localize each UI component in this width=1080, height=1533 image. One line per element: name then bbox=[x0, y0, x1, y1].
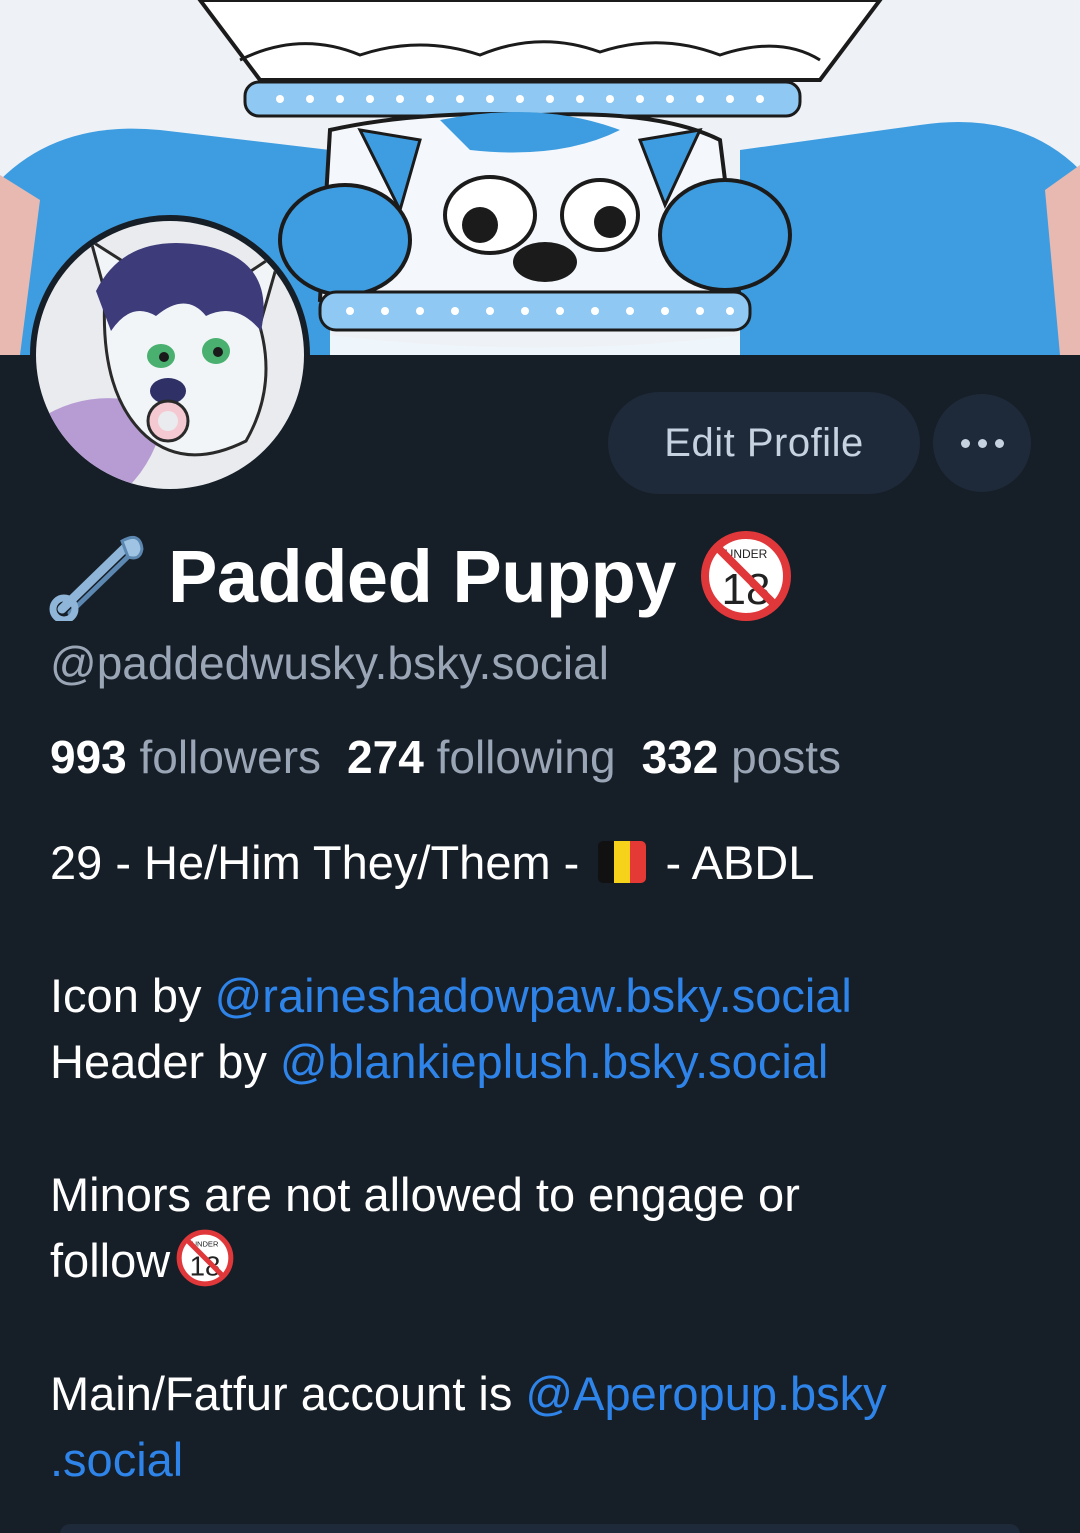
bio-icon-credit: Icon by @raineshadowpaw.bsky.social bbox=[50, 969, 852, 1022]
following-link[interactable]: 274 following bbox=[347, 731, 616, 783]
no-under-18-icon: UNDER 18 bbox=[176, 1229, 234, 1287]
followers-label: followers bbox=[139, 731, 322, 783]
header-artist-link[interactable]: @blankieplush.bsky.social bbox=[280, 1035, 828, 1088]
main-account-link-continued[interactable]: .social bbox=[50, 1433, 183, 1486]
followers-link[interactable]: 993 followers bbox=[50, 731, 321, 783]
bio-line-pronouns: 29 - He/Him They/Them - - ABDL bbox=[50, 836, 815, 889]
no-under-18-icon: UNDER 18 bbox=[700, 531, 791, 621]
bio-minors-line-2: follow UNDER 18 bbox=[50, 1228, 234, 1294]
following-label: following bbox=[436, 731, 616, 783]
bio-minors-line-1: Minors are not allowed to engage or bbox=[50, 1168, 800, 1221]
avatar[interactable] bbox=[30, 215, 310, 495]
following-count: 274 bbox=[347, 731, 424, 783]
profile-page: Edit Profile Padded Puppy UNDER 18 @padd… bbox=[0, 0, 1080, 1533]
bio-main-account-line-1: Main/Fatfur account is @Aperopup.bsky bbox=[50, 1367, 887, 1420]
bio-main-account-line-2: .social bbox=[50, 1427, 183, 1493]
posts-count: 332 bbox=[641, 731, 719, 783]
edit-profile-label: Edit Profile bbox=[664, 420, 864, 465]
more-options-button[interactable] bbox=[933, 394, 1031, 492]
posts-stat: 332 posts bbox=[642, 731, 841, 783]
main-account-link[interactable]: @Aperopup.bsky bbox=[525, 1367, 886, 1420]
icon-artist-link[interactable]: @raineshadowpaw.bsky.social bbox=[215, 969, 852, 1022]
belgium-flag-icon bbox=[598, 841, 647, 883]
posts-label: posts bbox=[731, 731, 842, 783]
bottom-edge bbox=[0, 1518, 1080, 1533]
bio-header-credit: Header by @blankieplush.bsky.social bbox=[50, 1035, 829, 1088]
safety-pin-icon bbox=[49, 535, 144, 621]
edit-profile-button[interactable]: Edit Profile bbox=[608, 392, 920, 494]
profile-stats: 993 followers 274 following 332 posts bbox=[50, 730, 841, 784]
profile-handle: @paddedwusky.bsky.social bbox=[50, 637, 609, 689]
followers-count: 993 bbox=[50, 731, 127, 783]
avatar-illustration bbox=[36, 221, 304, 489]
display-name: Padded Puppy bbox=[168, 534, 676, 618]
more-options-icon bbox=[960, 438, 970, 448]
display-name-row: Padded Puppy UNDER 18 bbox=[48, 528, 792, 624]
